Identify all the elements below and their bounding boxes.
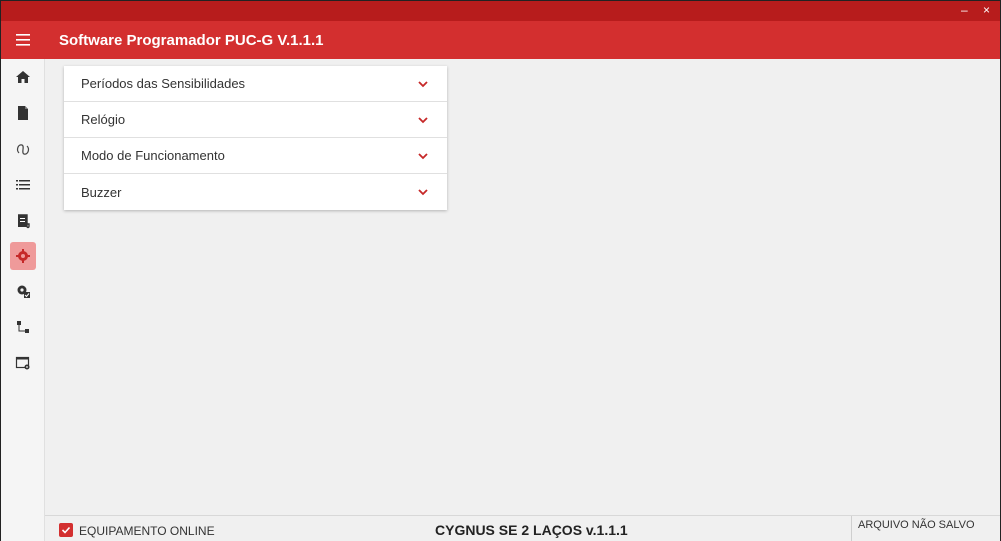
accordion-item-label: Relógio — [81, 112, 126, 127]
accordion-item-clock[interactable]: Relógio — [64, 102, 447, 138]
window-titlebar: – × — [1, 1, 1000, 21]
window-controls[interactable]: – × — [961, 3, 996, 17]
online-checkbox[interactable] — [59, 523, 73, 537]
accordion-item-sensitivity-periods[interactable]: Períodos das Sensibilidades — [64, 66, 447, 102]
sidebar-item-network[interactable] — [10, 313, 36, 341]
status-divider — [851, 516, 852, 541]
accordion-item-label: Buzzer — [81, 184, 122, 200]
check-icon — [61, 526, 71, 534]
sidebar-item-loop[interactable] — [10, 135, 36, 163]
sidebar-item-list[interactable] — [10, 171, 36, 199]
sidebar-item-window-settings[interactable] — [10, 349, 36, 377]
chevron-down-icon — [417, 114, 429, 126]
app-bar: Software Programador PUC-G V.1.1.1 — [1, 21, 1000, 59]
device-label: CYGNUS SE 2 LAÇOS v.1.1.1 — [435, 522, 628, 538]
chevron-down-icon — [417, 186, 429, 198]
settings-accordion: Períodos das Sensibilidades Relógio Modo… — [64, 66, 447, 210]
app-title: Software Programador PUC-G V.1.1.1 — [59, 31, 324, 49]
list-icon — [16, 180, 30, 190]
loop-icon — [16, 144, 30, 155]
accordion-item-label: Períodos das Sensibilidades — [81, 76, 246, 91]
file-status-label: ARQUIVO NÃO SALVO — [858, 519, 975, 531]
gear-check-icon — [17, 285, 30, 298]
accordion-item-buzzer[interactable]: Buzzer — [64, 174, 447, 210]
chevron-down-icon — [417, 150, 429, 162]
hamburger-icon — [16, 34, 30, 46]
sidebar-item-scroll[interactable] — [10, 207, 36, 235]
network-icon — [17, 321, 29, 333]
scroll-icon — [18, 214, 30, 229]
chevron-down-icon — [417, 78, 429, 90]
sidebar-item-settings[interactable] — [10, 242, 36, 270]
sidebar-item-gear-check[interactable] — [10, 277, 36, 305]
sidebar — [1, 59, 45, 541]
sidebar-item-home[interactable] — [10, 63, 36, 91]
accordion-item-label: Modo de Funcionamento — [81, 148, 225, 163]
accordion-item-operating-mode[interactable]: Modo de Funcionamento — [64, 138, 447, 174]
home-icon — [16, 71, 30, 83]
hamburger-menu-button[interactable] — [1, 21, 45, 59]
status-bar: EQUIPAMENTO ONLINE CYGNUS SE 2 LAÇOS v.1… — [45, 515, 1000, 541]
sidebar-item-file[interactable] — [10, 99, 36, 127]
online-status-label: EQUIPAMENTO ONLINE — [79, 524, 215, 538]
file-icon — [18, 106, 28, 120]
gear-icon — [16, 249, 30, 263]
window-settings-icon — [15, 356, 30, 370]
